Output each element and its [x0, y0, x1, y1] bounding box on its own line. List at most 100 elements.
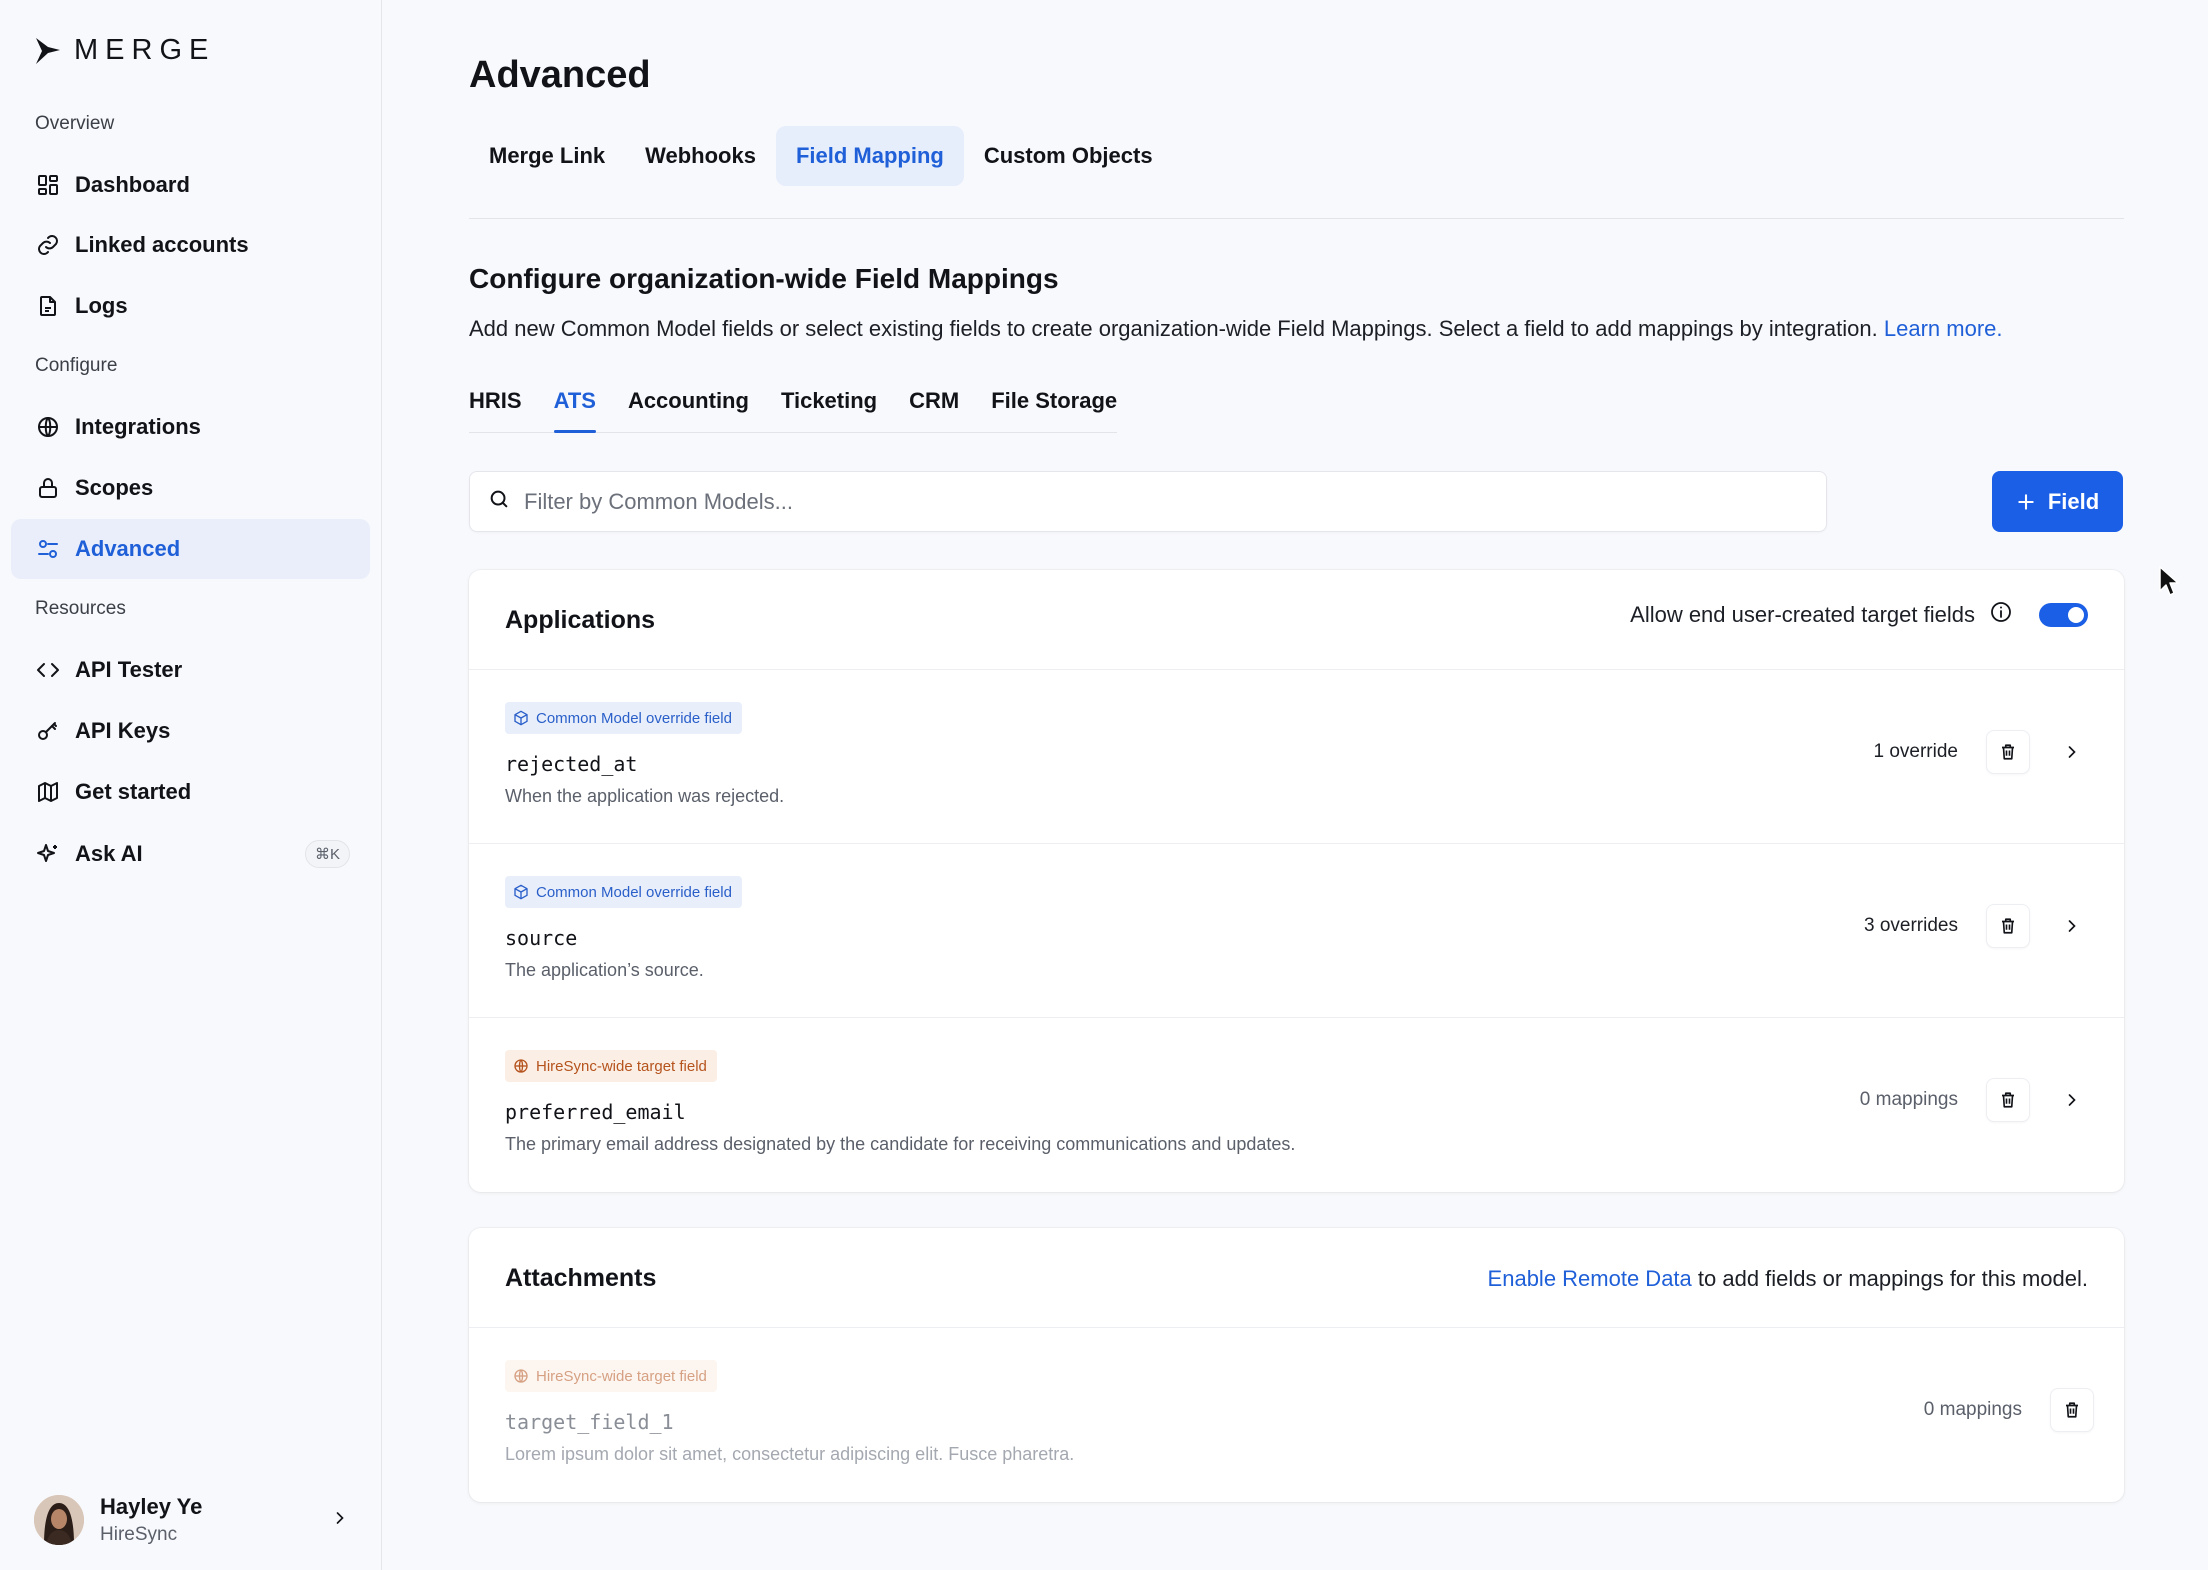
field-description: The application’s source. [505, 960, 704, 980]
sidebar-item-api-tester[interactable]: API Tester [11, 640, 370, 700]
code-icon [35, 657, 61, 683]
override-count: 1 override [1873, 741, 1959, 762]
card-header: Applications Allow end user-created targ… [469, 570, 2124, 670]
sidebar-item-logs[interactable]: Logs [11, 276, 370, 336]
sidebar-item-integrations[interactable]: Integrations [11, 397, 370, 457]
search-icon [488, 488, 510, 515]
enable-remote-data-link[interactable]: Enable Remote Data [1488, 1266, 1692, 1291]
field-description: Lorem ipsum dolor sit amet, consectetur … [505, 1444, 1075, 1464]
plus-icon [2018, 493, 2034, 510]
field-type-badge: Common Model override field [505, 876, 742, 908]
tab-merge-link[interactable]: Merge Link [469, 126, 625, 186]
applications-card: Applications Allow end user-created targ… [469, 570, 2124, 1192]
field-name: target_field_1 [505, 1410, 674, 1434]
badge-label: Common Model override field [536, 883, 732, 901]
add-field-button[interactable]: Field [1992, 471, 2123, 532]
category-tab-hris[interactable]: HRIS [469, 384, 522, 432]
merge-logo[interactable]: MERGE [34, 34, 215, 67]
sidebar-item-label: API Tester [75, 657, 183, 682]
sparkle-icon [35, 841, 61, 867]
list-item[interactable]: HireSync-wide target field preferred_ema… [469, 1018, 2124, 1192]
override-count: 3 overrides [1864, 915, 1958, 936]
section-label-overview: Overview [35, 113, 115, 134]
user-menu[interactable]: Hayley Ye HireSync [34, 1490, 350, 1550]
category-tab-ticketing[interactable]: Ticketing [781, 384, 877, 432]
map-icon [35, 779, 61, 805]
link-icon [35, 232, 61, 258]
category-tab-file-storage[interactable]: File Storage [991, 384, 1117, 432]
sidebar-item-scopes[interactable]: Scopes [11, 458, 370, 518]
field-type-badge: HireSync-wide target field [505, 1050, 717, 1082]
delete-button[interactable] [1986, 904, 2030, 948]
field-name: rejected_at [505, 752, 638, 776]
delete-button[interactable] [1986, 1078, 2030, 1122]
list-item[interactable]: Common Model override field source The a… [469, 844, 2124, 1018]
trash-icon [2002, 744, 2014, 760]
sidebar-item-ask-ai[interactable]: Ask AI ⌘K [11, 824, 370, 884]
row-actions: 0 mappings [1924, 1388, 2094, 1432]
sliders-icon [35, 536, 61, 562]
sidebar-item-label: API Keys [75, 718, 171, 743]
card-title: Applications [505, 606, 656, 634]
row-actions: 3 overrides [1864, 904, 2094, 948]
sidebar-item-api-keys[interactable]: API Keys [11, 701, 370, 761]
field-description: When the application was rejected. [505, 786, 785, 806]
badge-label: HireSync-wide target field [536, 1367, 707, 1385]
sidebar-item-label: Linked accounts [75, 232, 249, 257]
sidebar-item-label: Integrations [75, 414, 201, 439]
field-type-badge: Common Model override field [505, 702, 742, 734]
chevron-right-icon[interactable] [2050, 730, 2094, 774]
section-title: Configure organization-wide Field Mappin… [469, 263, 1059, 294]
main-content: Advanced Merge Link Webhooks Field Mappi… [383, 0, 2208, 1570]
sidebar-item-advanced[interactable]: Advanced [11, 519, 370, 579]
sidebar-item-label: Dashboard [75, 172, 190, 197]
search-box[interactable] [469, 471, 1827, 532]
category-tab-crm[interactable]: CRM [909, 384, 959, 432]
tab-custom-objects[interactable]: Custom Objects [964, 126, 1173, 186]
tab-field-mapping[interactable]: Field Mapping [775, 126, 964, 186]
search-input[interactable] [524, 488, 1724, 515]
sidebar-item-label: Ask AI [75, 841, 143, 866]
info-icon[interactable] [1989, 600, 2013, 629]
badge-label: Common Model override field [536, 709, 732, 727]
toggle-label: Allow end user-created target fields [1630, 601, 1975, 627]
chevron-right-icon[interactable] [2050, 1078, 2094, 1122]
card-title: Attachments [505, 1264, 657, 1292]
allow-target-fields-toggle[interactable] [2039, 602, 2088, 627]
section-label-configure: Configure [35, 355, 118, 376]
merge-logo-icon [36, 37, 60, 64]
brand-name: MERGE [74, 34, 216, 66]
enable-remote-data-note: Enable Remote Data to add fields or mapp… [1488, 1266, 2088, 1292]
attachments-card: Attachments Enable Remote Data to add fi… [469, 1228, 2124, 1502]
badge-label: HireSync-wide target field [536, 1057, 707, 1075]
chevron-right-icon [330, 1508, 350, 1533]
dashboard-icon [35, 172, 61, 198]
key-icon [35, 718, 61, 744]
trash-icon [2002, 918, 2014, 934]
learn-more-link[interactable]: Learn more. [1884, 316, 2003, 341]
chevron-right-icon[interactable] [2050, 904, 2094, 948]
mapping-count: 0 mappings [1859, 1089, 1958, 1110]
category-tabs: HRIS ATS Accounting Ticketing CRM File S… [469, 384, 1118, 433]
globe-icon [35, 414, 61, 440]
list-item[interactable]: Common Model override field rejected_at … [469, 670, 2124, 844]
delete-button[interactable] [1986, 730, 2030, 774]
field-type-badge: HireSync-wide target field [505, 1360, 717, 1392]
sidebar-item-dashboard[interactable]: Dashboard [11, 155, 370, 215]
sidebar-item-label: Scopes [75, 475, 154, 500]
category-tab-ats[interactable]: ATS [553, 384, 597, 433]
globe-icon [514, 1369, 528, 1383]
cube-icon [514, 710, 528, 726]
user-name: Hayley Ye [100, 1494, 203, 1519]
sidebar-item-get-started[interactable]: Get started [11, 762, 370, 822]
globe-icon [514, 1059, 528, 1073]
tab-webhooks[interactable]: Webhooks [625, 126, 776, 186]
top-tabs: Merge Link Webhooks Field Mapping Custom… [469, 126, 1173, 186]
delete-button[interactable] [2050, 1388, 2094, 1432]
sidebar-item-label: Get started [75, 779, 192, 804]
end-user-fields-setting: Allow end user-created target fields [1630, 600, 2088, 629]
sidebar: MERGE Overview Dashboard Linked accounts… [0, 0, 382, 1570]
category-tab-accounting[interactable]: Accounting [628, 384, 749, 432]
sidebar-item-linked-accounts[interactable]: Linked accounts [11, 215, 370, 275]
field-description: The primary email address designated by … [505, 1134, 1296, 1154]
